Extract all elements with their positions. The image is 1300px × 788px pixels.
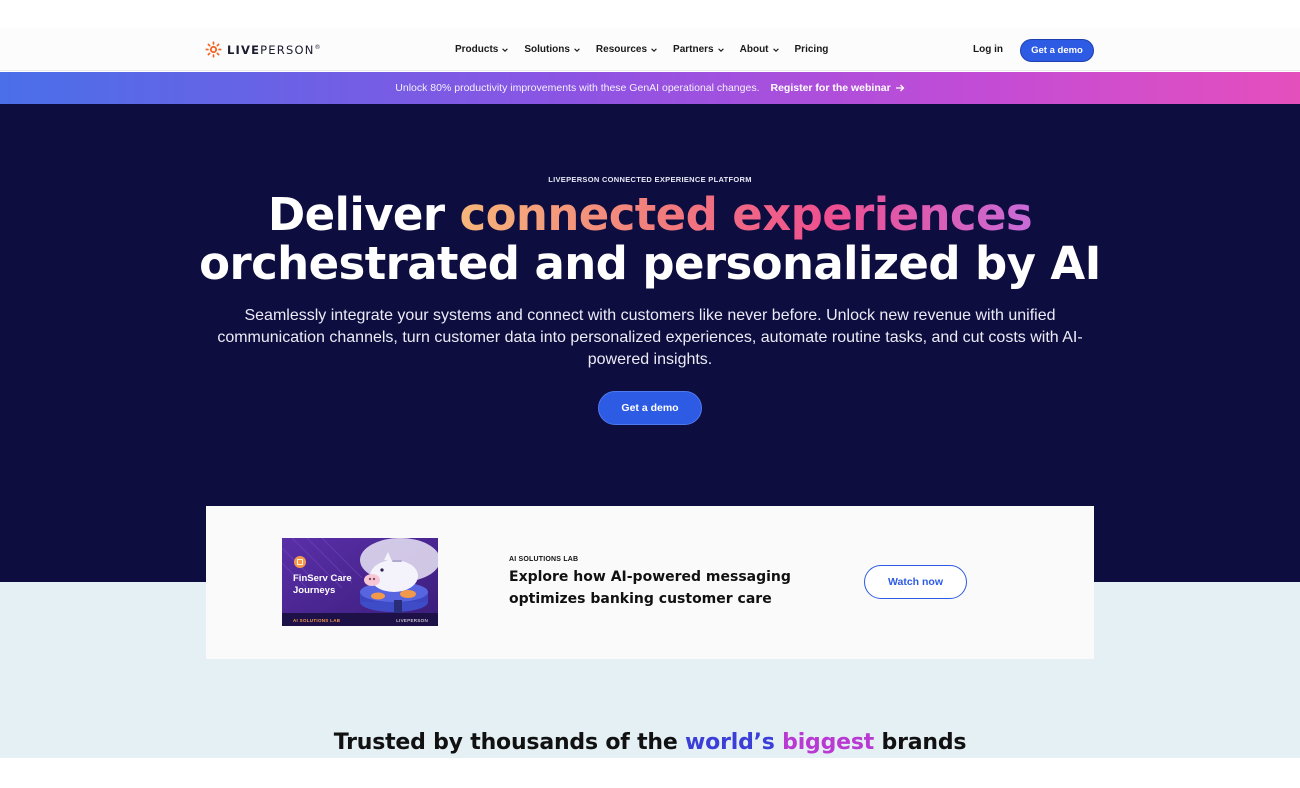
watch-now-button[interactable]: Watch now — [864, 565, 967, 599]
main-menu: Products Solutions Resources Partners Ab… — [455, 28, 828, 71]
menu-item-partners[interactable]: Partners — [673, 44, 725, 55]
card-eyebrow: AI SOLUTIONS LAB — [509, 556, 579, 563]
card-title: Explore how AI-powered messaging optimiz… — [509, 569, 791, 607]
hero-headline: Deliver connected experiences orchestrat… — [0, 190, 1300, 288]
headline-part1: Deliver — [267, 188, 460, 241]
logo-wordmark: LIVEPERSON® — [227, 42, 322, 57]
menu-item-label: Partners — [673, 44, 714, 55]
banner-link-label: Register for the webinar — [770, 82, 891, 94]
hero-eyebrow: LIVEPERSON CONNECTED EXPERIENCE PLATFORM — [548, 175, 752, 184]
menu-item-label: Resources — [595, 44, 648, 55]
get-demo-hero-button[interactable]: Get a demo — [598, 391, 702, 425]
chevron-down-icon — [717, 47, 724, 52]
headline-highlight: connected experiences — [459, 188, 1033, 241]
menu-item-pricing[interactable]: Pricing — [795, 44, 829, 55]
top-navigation: LIVEPERSON® Products Solutions Resources… — [0, 28, 1300, 71]
menu-item-about[interactable]: About — [740, 44, 780, 55]
thumbnail-footer-label: AI SOLUTIONS LAB — [293, 618, 341, 623]
chevron-down-icon — [574, 47, 580, 52]
trusted-prefix: Trusted by thousands of the — [333, 730, 686, 755]
menu-item-label: Products — [455, 44, 499, 55]
promo-banner: Unlock 80% productivity improvements wit… — [0, 72, 1300, 104]
arrow-right-icon — [895, 84, 905, 92]
menu-item-label: About — [739, 44, 769, 55]
headline-line2: orchestrated and personalized by AI — [199, 237, 1101, 290]
thumbnail-footer-brand: LIVEPERSON — [396, 618, 428, 623]
chevron-down-icon — [772, 47, 779, 52]
menu-item-solutions[interactable]: Solutions — [524, 44, 581, 55]
menu-item-resources[interactable]: Resources — [596, 44, 658, 55]
trusted-accent-1: world’s — [685, 730, 775, 755]
register-webinar-link[interactable]: Register for the webinar — [771, 82, 905, 94]
menu-item-label: Solutions — [524, 44, 570, 55]
chevron-down-icon — [651, 47, 657, 52]
chevron-down-icon — [502, 47, 509, 52]
top-spacer — [0, 0, 1300, 28]
bottom-spacer — [0, 758, 1300, 788]
login-link[interactable]: Log in — [973, 44, 1003, 55]
hero-subtext: Seamlessly integrate your systems and co… — [217, 307, 1083, 368]
trusted-heading: Trusted by thousands of the world’s bigg… — [0, 730, 1300, 755]
banner-text: Unlock 80% productivity improvements wit… — [395, 82, 760, 94]
trusted-accent-2: biggest — [782, 730, 875, 755]
promo-thumbnail[interactable]: FinServ Care Journeys AI SOLUTIONS LAB L… — [282, 538, 438, 626]
thumbnail-title: FinServ Care Journeys — [293, 573, 352, 596]
promo-card: FinServ Care Journeys AI SOLUTIONS LAB L… — [206, 506, 1094, 659]
get-demo-nav-button[interactable]: Get a demo — [1020, 39, 1094, 62]
liveperson-logo[interactable]: LIVEPERSON® — [205, 41, 322, 58]
liveperson-logo-icon — [205, 41, 222, 58]
menu-item-label: Pricing — [794, 44, 829, 55]
trusted-suffix: brands — [881, 730, 967, 755]
menu-item-products[interactable]: Products — [455, 44, 509, 55]
